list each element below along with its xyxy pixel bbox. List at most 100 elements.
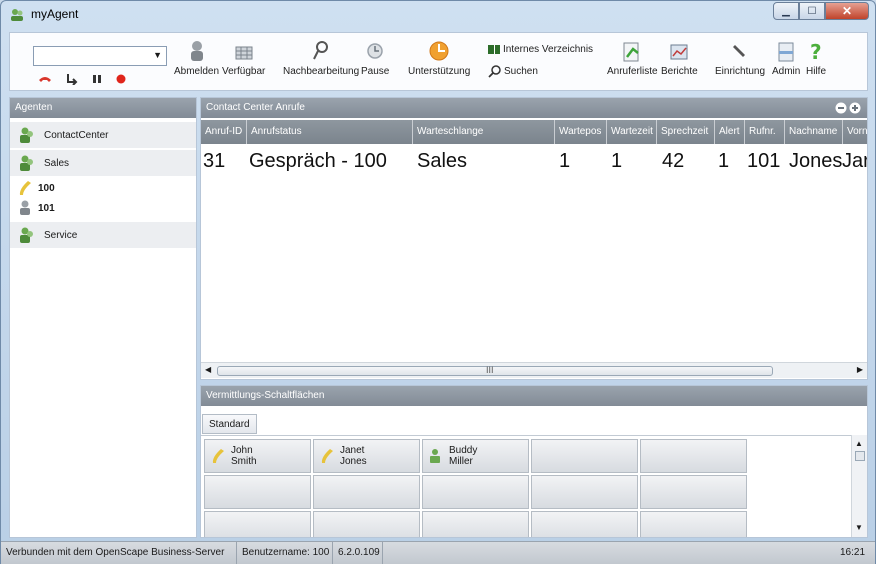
app-logo-icon (11, 9, 23, 21)
speed-dial-empty[interactable] (640, 511, 747, 537)
minimize-icon: ▁ (782, 5, 790, 17)
hold-icon[interactable] (92, 74, 102, 84)
admin-icon (778, 42, 794, 62)
col-header-number[interactable]: Rufnr. (745, 120, 785, 144)
logout-button[interactable]: Abmelden (174, 39, 219, 77)
internal-directory-button[interactable]: Internes Verzeichnis (488, 44, 593, 55)
col-header-first-name[interactable]: Vorn (843, 120, 867, 144)
admin-button[interactable]: Admin (772, 39, 800, 77)
available-label: Verfügbar (222, 66, 266, 77)
available-button[interactable]: Verfügbar (222, 39, 265, 77)
speed-dial-empty[interactable] (313, 475, 420, 509)
speed-dial-empty[interactable] (531, 439, 638, 473)
close-icon: ✕ (841, 4, 853, 18)
speed-dial-line1: Buddy (449, 445, 478, 456)
group-item-sales[interactable]: Sales (10, 150, 196, 176)
hangup-icon[interactable] (38, 74, 52, 84)
reports-button[interactable]: Berichte (661, 39, 698, 77)
speed-panel-title: Vermittlungs-Schaltflächen (201, 386, 867, 406)
expand-icon[interactable] (849, 102, 861, 114)
group-icon (20, 227, 33, 243)
col-header-call-id[interactable]: Anruf-ID (201, 120, 247, 144)
agent-offline-icon (20, 200, 30, 215)
phone-busy-icon (212, 449, 224, 463)
col-header-talk-time[interactable]: Sprechzeit (657, 120, 715, 144)
pause-button[interactable]: Pause (361, 39, 389, 77)
clock-icon (367, 43, 383, 59)
scroll-right-icon[interactable]: ▶ (857, 365, 863, 374)
search-button[interactable]: Suchen (488, 65, 538, 78)
directory-icon (488, 45, 500, 54)
caller-list-button[interactable]: Anruferliste (607, 39, 658, 77)
speed-dial-line1: John (231, 445, 253, 456)
horizontal-scrollbar[interactable]: ◀ III ▶ (201, 362, 867, 378)
speed-dial-grid: John Smith Janet Jones Buddy Miller (201, 435, 853, 537)
cell-talk-time: 42 (662, 150, 685, 172)
col-header-alert[interactable]: Alert (715, 120, 745, 144)
caller-list-icon (623, 42, 640, 62)
status-bar: Verbunden mit dem OpenScape Business-Ser… (1, 541, 875, 564)
scrollbar-thumb[interactable]: III (217, 365, 773, 376)
logout-label: Abmelden (174, 66, 220, 77)
speed-dial-empty[interactable] (640, 475, 747, 509)
record-icon[interactable] (116, 74, 126, 84)
agent-item-100[interactable]: 100 (18, 180, 55, 196)
pause-label: Pause (361, 66, 390, 77)
line-select[interactable]: ▼ (33, 46, 167, 66)
speed-dial-empty[interactable] (640, 439, 747, 473)
window-title: myAgent (31, 7, 79, 21)
speed-dial-empty[interactable] (531, 475, 638, 509)
group-label: Service (44, 229, 78, 241)
speed-dial-buddy-miller[interactable]: Buddy Miller (422, 439, 529, 473)
close-button[interactable]: ✕ (825, 2, 869, 20)
speed-dial-empty[interactable] (531, 511, 638, 537)
speed-dial-panel: Vermittlungs-Schaltflächen Standard John… (200, 385, 868, 538)
maximize-icon: ☐ (807, 5, 817, 17)
col-header-queue-pos[interactable]: Wartepos (555, 120, 607, 144)
search-label: Suchen (504, 66, 538, 77)
col-header-queue[interactable]: Warteschlange (413, 120, 555, 144)
speed-dial-line2: Miller (449, 456, 473, 467)
scroll-up-icon[interactable]: ▲ (855, 439, 863, 448)
setup-button[interactable]: Einrichtung (715, 39, 765, 77)
col-header-call-status[interactable]: Anrufstatus (247, 120, 413, 144)
tab-standard[interactable]: Standard (202, 414, 257, 434)
support-button[interactable]: Unterstützung (408, 39, 470, 77)
agent-item-101[interactable]: 101 (18, 200, 55, 216)
setup-label: Einrichtung (715, 66, 766, 77)
group-item-service[interactable]: Service (10, 222, 196, 248)
agent-label: 100 (38, 182, 55, 194)
scrollbar-thumb[interactable] (855, 451, 865, 461)
collapse-icon[interactable] (835, 102, 847, 114)
maximize-button[interactable]: ☐ (799, 2, 825, 20)
wrapup-icon (313, 41, 329, 60)
speed-dial-janet-jones[interactable]: Janet Jones (313, 439, 420, 473)
speed-dial-empty[interactable] (313, 511, 420, 537)
reports-icon (670, 44, 688, 60)
phone-busy-icon (19, 181, 31, 195)
transfer-icon[interactable] (66, 73, 78, 85)
status-time: 16:21 (840, 547, 866, 558)
minimize-button[interactable]: ▁ (773, 2, 799, 20)
status-version: 6.2.0.109 (333, 542, 383, 564)
scroll-down-icon[interactable]: ▼ (855, 523, 863, 532)
help-icon: ? (810, 40, 822, 63)
help-button[interactable]: ? Hilfe (806, 39, 826, 77)
vertical-scrollbar[interactable]: ▲ ▼ (851, 435, 867, 537)
scroll-left-icon[interactable]: ◀ (205, 365, 211, 374)
cell-wait-time: 1 (611, 150, 623, 172)
admin-label: Admin (772, 66, 801, 77)
speed-dial-empty[interactable] (422, 511, 529, 537)
col-header-last-name[interactable]: Nachname (785, 120, 843, 144)
speed-dial-empty[interactable] (422, 475, 529, 509)
agent-label: 101 (38, 202, 55, 214)
group-item-contactcenter[interactable]: ContactCenter (10, 122, 196, 148)
calls-panel: Contact Center Anrufe Anruf-ID Anrufstat… (200, 97, 868, 380)
speed-dial-john-smith[interactable]: John Smith (204, 439, 311, 473)
speed-dial-empty[interactable] (204, 511, 311, 537)
agents-panel: Agenten ContactCenter Sales 100 101 Serv… (9, 97, 197, 538)
col-header-wait-time[interactable]: Wartezeit (607, 120, 657, 144)
wrapup-button[interactable]: Nachbearbeitung (283, 39, 359, 77)
speed-dial-line2: Smith (231, 456, 257, 467)
speed-dial-empty[interactable] (204, 475, 311, 509)
